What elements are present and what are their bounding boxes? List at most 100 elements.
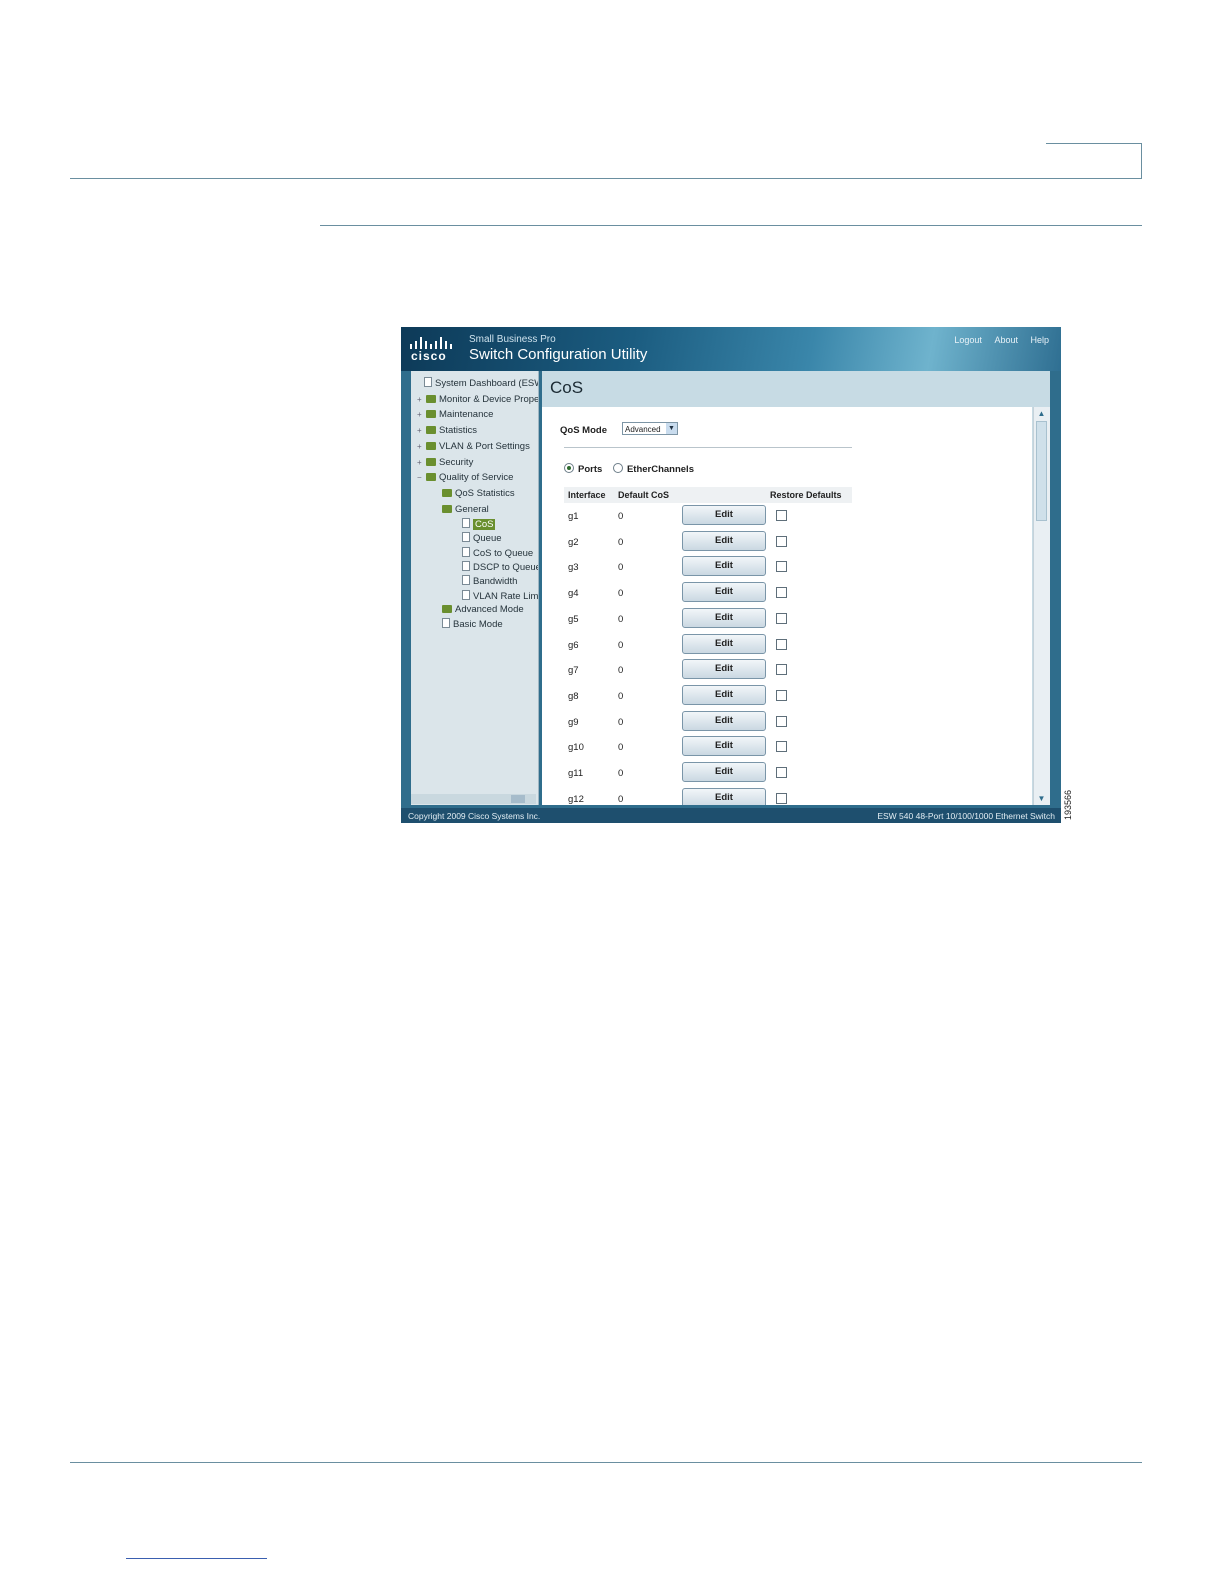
main-panel: CoS QoS Mode Advanced ▼ Ports EtherChann… <box>542 371 1050 805</box>
content-scroll-thumb[interactable] <box>1036 421 1047 521</box>
default-cos-cell: 0 <box>618 639 624 651</box>
table-row: g5 0 Edit <box>564 607 852 632</box>
nav-item-13[interactable]: Bandwidth <box>453 575 517 589</box>
folder-icon <box>426 473 436 482</box>
default-cos-cell: 0 <box>618 588 624 600</box>
status-bar: Copyright 2009 Cisco Systems Inc. ESW 54… <box>401 808 1061 823</box>
table-row: g3 0 Edit <box>564 556 852 580</box>
footer-link-underline <box>126 1558 267 1559</box>
edit-button[interactable]: Edit <box>682 530 766 551</box>
default-cos-cell: 0 <box>618 716 624 728</box>
interface-cell: g1 <box>568 511 579 522</box>
nav-item-label: Security <box>439 456 474 468</box>
table-row: g1 0 Edit <box>564 505 852 529</box>
tree-expander-icon[interactable]: + <box>417 440 425 454</box>
nav-item-10[interactable]: Queue <box>453 532 502 546</box>
edit-button[interactable]: Edit <box>682 659 766 680</box>
nav-item-label: Queue <box>473 533 502 545</box>
nav-item-14[interactable]: VLAN Rate Limi <box>453 589 538 604</box>
restore-defaults-checkbox[interactable] <box>776 664 787 676</box>
edit-button[interactable]: Edit <box>682 736 766 757</box>
brand-wordmark: cisco <box>411 349 447 363</box>
page-icon <box>462 532 470 543</box>
ports-radio[interactable] <box>564 463 574 473</box>
nav-item-1[interactable]: + Monitor & Device Prope <box>417 393 538 407</box>
edit-button[interactable]: Edit <box>682 505 766 525</box>
edit-button[interactable]: Edit <box>682 607 766 628</box>
nav-item-9[interactable]: CoS <box>453 518 496 532</box>
figure-number: 193566 <box>1063 789 1073 820</box>
restore-defaults-checkbox[interactable] <box>776 535 787 547</box>
nav-item-12[interactable]: DSCP to Queue <box>453 560 538 575</box>
table-row: g4 0 Edit <box>564 582 852 606</box>
edit-button[interactable]: Edit <box>682 582 766 603</box>
nav-item-7[interactable]: QoS Statistics <box>433 487 515 501</box>
folder-icon <box>426 441 436 450</box>
product-name: Switch Configuration Utility <box>469 346 648 363</box>
nav-item-label: Bandwidth <box>473 576 518 588</box>
about-link[interactable]: About <box>994 335 1018 345</box>
logout-link[interactable]: Logout <box>954 335 982 345</box>
chevron-down-icon[interactable]: ▼ <box>666 423 677 434</box>
nav-item-5[interactable]: + Security <box>417 456 473 470</box>
edit-button[interactable]: Edit <box>682 710 766 731</box>
scroll-down-icon[interactable]: ▼ <box>1036 793 1047 804</box>
help-link[interactable]: Help <box>1030 335 1049 345</box>
table-row: g8 0 Edit <box>564 684 852 709</box>
nav-item-8[interactable]: General <box>433 503 489 517</box>
interface-cell: g10 <box>568 742 584 754</box>
page-icon <box>462 546 470 557</box>
nav-item-4[interactable]: + VLAN & Port Settings <box>417 440 530 454</box>
navigation-tree-panel: System Dashboard (ESW- + Monitor & Device … <box>411 371 539 805</box>
restore-defaults-checkbox[interactable] <box>776 561 787 573</box>
nav-scroll-thumb[interactable] <box>511 795 525 803</box>
content-vertical-scrollbar[interactable]: ▲ ▼ <box>1033 407 1050 805</box>
tree-expander-icon[interactable]: + <box>417 424 425 438</box>
nav-item-15[interactable]: Advanced Mode <box>433 603 524 617</box>
nav-item-label: Basic Mode <box>453 619 503 630</box>
default-cos-cell: 0 <box>618 511 624 522</box>
edit-button[interactable]: Edit <box>682 787 766 805</box>
table-row: g11 0 Edit <box>564 762 852 786</box>
tree-expander-icon[interactable]: + <box>417 393 425 407</box>
table-row: g12 0 Edit <box>564 787 852 805</box>
nav-item-16[interactable]: Basic Mode <box>433 618 503 632</box>
page-icon <box>462 560 470 571</box>
etherchannels-radio[interactable] <box>612 463 623 473</box>
tree-expander-icon[interactable]: + <box>417 456 425 470</box>
qos-mode-label: QoS Mode <box>560 425 607 436</box>
tree-expander-icon[interactable]: − <box>417 471 425 485</box>
restore-defaults-checkbox[interactable] <box>776 741 787 753</box>
nav-item-3[interactable]: + Statistics <box>417 424 477 438</box>
table-row: g10 0 Edit <box>564 736 852 760</box>
edit-button[interactable]: Edit <box>682 762 766 782</box>
restore-defaults-checkbox[interactable] <box>776 792 787 804</box>
restore-defaults-checkbox[interactable] <box>776 587 787 599</box>
default-cos-cell: 0 <box>618 768 624 779</box>
restore-defaults-checkbox[interactable] <box>776 510 787 521</box>
nav-item-2[interactable]: + Maintenance <box>417 408 493 422</box>
restore-defaults-checkbox[interactable] <box>776 638 787 650</box>
qos-mode-select[interactable]: Advanced ▼ <box>622 422 678 435</box>
restore-defaults-checkbox[interactable] <box>776 689 787 701</box>
scroll-up-icon[interactable]: ▲ <box>1036 408 1047 419</box>
nav-item-0[interactable]: System Dashboard (ESW- <box>415 377 539 391</box>
nav-item-label: CoS <box>473 519 496 530</box>
restore-defaults-checkbox[interactable] <box>776 715 787 727</box>
restore-defaults-checkbox[interactable] <box>776 612 787 624</box>
nav-horizontal-scrollbar[interactable] <box>411 794 536 804</box>
tree-expander-icon[interactable]: + <box>417 408 425 422</box>
restore-defaults-checkbox[interactable] <box>776 767 787 778</box>
nav-item-label: System Dashboard (ESW- <box>435 378 539 389</box>
nav-item-6[interactable]: − Quality of Service <box>417 471 513 485</box>
nav-item-11[interactable]: CoS to Queue <box>453 546 533 561</box>
default-cos-cell: 0 <box>618 562 624 574</box>
table-row: g6 0 Edit <box>564 633 852 658</box>
default-cos-cell: 0 <box>618 613 624 625</box>
edit-button[interactable]: Edit <box>682 633 766 654</box>
folder-icon <box>426 426 436 435</box>
top-links: Logout About Help <box>944 335 1049 345</box>
edit-button[interactable]: Edit <box>682 556 766 577</box>
interface-cell: g3 <box>568 562 579 574</box>
edit-button[interactable]: Edit <box>682 684 766 705</box>
